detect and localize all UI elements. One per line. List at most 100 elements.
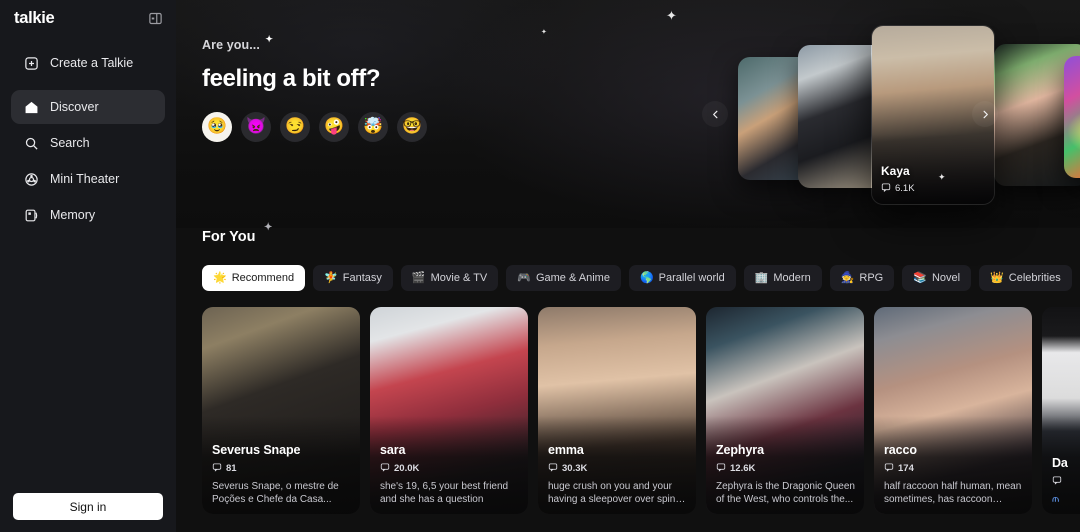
chat-count-value: 12.6K <box>730 462 756 474</box>
sparkle-icon: ✦ <box>265 34 273 44</box>
app-logo: talkie <box>14 9 55 27</box>
character-name: sara <box>380 442 406 457</box>
tab-modern[interactable]: 🏢 Modern <box>743 265 822 291</box>
panel-collapse-icon[interactable] <box>146 10 164 28</box>
clapper-icon: 🎬 <box>411 271 426 284</box>
sidebar-item-label: Memory <box>50 208 96 222</box>
chat-bubble-icon <box>716 462 726 475</box>
chat-count-value: 30.3K <box>562 462 588 474</box>
character-name: Da <box>1052 455 1068 470</box>
tab-fantasy[interactable]: 🧚 Fantasy <box>313 265 393 291</box>
sidebar-item-memory[interactable]: Memory <box>11 198 165 232</box>
sidebar-item-label: Search <box>50 136 90 150</box>
character-description: she's 19, 6,5 your best friend and she h… <box>380 480 509 505</box>
talkie-app: talkie Create a Talkie Discover Search M… <box>0 0 1080 532</box>
carousel-next-button[interactable] <box>972 101 998 127</box>
chat-bubble-icon <box>212 462 222 475</box>
mood-option-zany[interactable]: 🤪 <box>319 112 349 142</box>
character-name: Kaya <box>881 164 910 178</box>
tab-label: Game & Anime <box>535 272 610 284</box>
mood-option-mind-blown[interactable]: 🤯 <box>358 112 388 142</box>
sidebar-item-label: Mini Theater <box>50 172 120 186</box>
character-card[interactable]: racco 174 half raccoon half human, mean … <box>874 307 1032 514</box>
section-title: For You ✦ <box>202 222 272 245</box>
character-description: ⫙ <box>1052 493 1059 505</box>
tab-novel[interactable]: 📚 Novel <box>902 265 972 291</box>
mood-option-smirk[interactable]: 😏 <box>280 112 310 142</box>
sparkle-icon: ✦ <box>264 222 273 233</box>
chat-count: 6.1K <box>881 182 915 195</box>
chat-bubble-icon <box>380 462 390 475</box>
mood-option-nerd[interactable]: 🤓 <box>397 112 427 142</box>
character-name: emma <box>548 442 584 457</box>
mage-icon: 🧙 <box>840 271 855 284</box>
sidebar-item-mini-theater[interactable]: Mini Theater <box>11 162 165 196</box>
tab-label: Parallel world <box>658 272 725 284</box>
tab-movie-tv[interactable]: 🎬 Movie & TV <box>400 265 499 291</box>
sidebar-item-discover[interactable]: Discover <box>11 90 165 124</box>
tab-recommend[interactable]: 🌟 Recommend <box>202 265 306 291</box>
character-card-grid: Severus Snape 81 Severus Snape, o mestre… <box>202 307 1080 514</box>
character-card[interactable]: Da ⫙ <box>1042 307 1080 514</box>
sidebar-item-search[interactable]: Search <box>11 126 165 160</box>
sidebar-footer: Sign in <box>0 493 176 532</box>
chat-count: 12.6K <box>716 462 855 475</box>
gamepad-icon: 🎮 <box>517 271 531 284</box>
crown-icon: 👑 <box>990 271 1004 284</box>
character-description: half raccoon half human, mean sometimes,… <box>884 480 1022 505</box>
globe-icon: 🌎 <box>639 271 654 284</box>
building-icon: 🏢 <box>754 271 769 284</box>
tab-label: Modern <box>773 272 811 284</box>
mood-selector: 🥹 👿 😏 🤪 🤯 🤓 <box>202 112 427 142</box>
chat-count: 81 <box>212 462 351 475</box>
sidebar-nav: Create a Talkie Discover Search Mini The… <box>0 46 176 232</box>
mood-option-holding-back-tears[interactable]: 🥹 <box>202 112 232 142</box>
character-card[interactable]: emma 30.3K huge crush on you and your ha… <box>538 307 696 514</box>
chat-count-value: 174 <box>898 462 914 474</box>
character-name: racco <box>884 442 917 457</box>
card-meta: racco 174 half raccoon half human, mean … <box>884 443 1023 506</box>
chat-count: 30.3K <box>548 462 687 475</box>
character-thumbnail <box>1064 56 1080 178</box>
tab-parallel-world[interactable]: 🌎 Parallel world <box>628 265 736 291</box>
tab-rpg[interactable]: 🧙 RPG <box>829 265 895 291</box>
for-you-section: For You ✦ 🌟 Recommend 🧚 Fantasy 🎬 Movie … <box>176 222 1080 514</box>
card-meta: sara 20.0K she's 19, 6,5 your best frien… <box>380 443 519 506</box>
tab-label: Recommend <box>231 272 295 284</box>
tab-label: Movie & TV <box>430 272 488 284</box>
chat-count <box>1052 475 1080 488</box>
home-icon <box>23 99 39 115</box>
sign-in-button[interactable]: Sign in <box>13 493 163 520</box>
tab-game-anime[interactable]: 🎮 Game & Anime <box>506 265 621 291</box>
character-card[interactable]: sara 20.0K she's 19, 6,5 your best frien… <box>370 307 528 514</box>
chat-bubble-icon <box>881 182 891 195</box>
main-content: Are you... ✦ feeling a bit off? 🥹 👿 😏 🤪 … <box>176 0 1080 532</box>
sidebar-header: talkie <box>0 0 176 28</box>
section-title-text: For You <box>202 229 256 245</box>
chat-count: 174 <box>884 462 1023 475</box>
hero-eyebrow-text: Are you... <box>202 38 260 52</box>
carousel-prev-button[interactable] <box>702 101 728 127</box>
books-icon: 📚 <box>913 271 927 284</box>
character-name: Severus Snape <box>212 442 301 457</box>
memory-card-icon <box>23 207 39 223</box>
chat-count-value: 6.1K <box>895 183 915 194</box>
chat-bubble-icon <box>884 462 894 475</box>
card-meta: Severus Snape 81 Severus Snape, o mestre… <box>212 443 351 506</box>
card-meta: Da ⫙ <box>1052 456 1080 506</box>
carousel-card[interactable] <box>1064 56 1080 178</box>
chat-bubble-icon <box>1052 475 1062 488</box>
character-description: huge crush on you and your having a slee… <box>548 480 676 505</box>
hero-copy: Are you... ✦ feeling a bit off? 🥹 👿 😏 🤪 … <box>202 34 427 142</box>
character-description: Zephyra is the Dragonic Queen of the Wes… <box>716 480 855 505</box>
tab-label: Celebrities <box>1008 272 1061 284</box>
sidebar-item-label: Discover <box>50 100 99 114</box>
character-card[interactable]: Zephyra 12.6K Zephyra is the Dragonic Qu… <box>706 307 864 514</box>
sidebar-item-create-a-talkie[interactable]: Create a Talkie <box>11 46 165 80</box>
hero-section: Are you... ✦ feeling a bit off? 🥹 👿 😏 🤪 … <box>176 0 1080 228</box>
featured-card-meta: Kaya 6.1K <box>881 164 915 195</box>
mood-option-devil[interactable]: 👿 <box>241 112 271 142</box>
character-card[interactable]: Severus Snape 81 Severus Snape, o mestre… <box>202 307 360 514</box>
hero-headline: feeling a bit off? <box>202 65 381 92</box>
tab-celebrities[interactable]: 👑 Celebrities <box>979 265 1072 291</box>
